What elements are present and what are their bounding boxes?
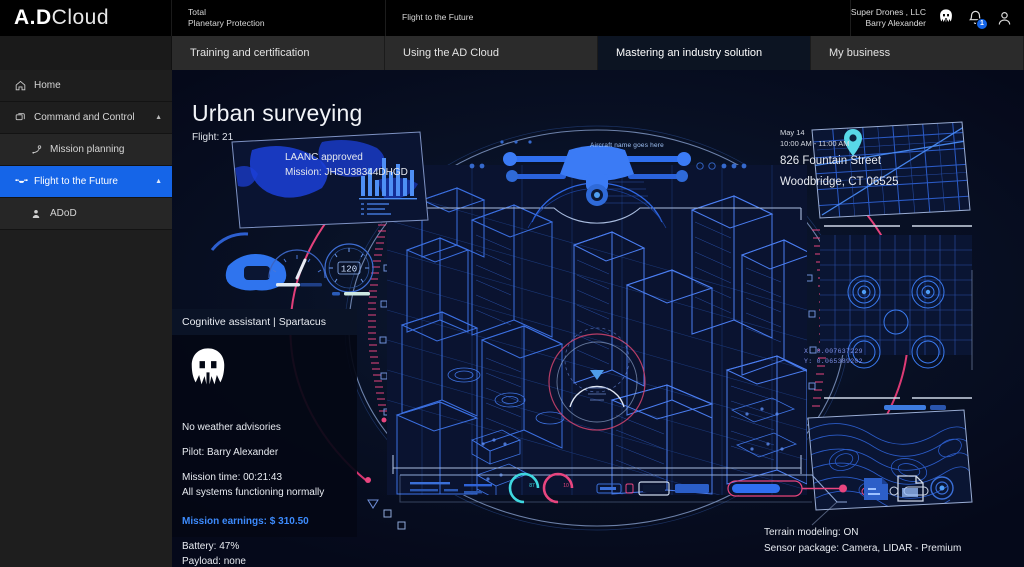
account-company: Super Drones , LLC [850,6,926,17]
sidebar-item-home[interactable]: Home [0,70,172,102]
sidebar-item-label: Command and Control [34,112,135,123]
sidebar-item-label: Home [34,80,61,91]
drone-icon [14,176,34,188]
tab-mastering-an-industry-solution[interactable]: Mastering an industry solution [598,36,811,70]
aircraft-name-label: Aircraft name goes here [590,142,664,149]
sensor-package-status: Sensor package: Camera, LIDAR - Premium [764,543,962,554]
user-avatar-icon[interactable] [995,9,1014,28]
hud-corner-markers [383,509,406,530]
header-segment-total: Total Planetary Protection [172,0,386,36]
laanc-mission-block: LAANC approved Mission: JHSU38344DHGD [285,151,408,180]
laanc-status: LAANC approved [285,152,363,163]
header-account-area: Super Drones , LLC Barry Alexander 1 [851,0,1024,36]
coordinate-x: X: 0.007637229 [804,348,863,355]
coordinate-y: Y: 0.065389202 [804,358,863,366]
page-title: Urban surveying [192,100,363,126]
sidebar: Home Command and Control ▲ Mission plann… [0,70,172,567]
tab-training-and-certification[interactable]: Training and certification [172,36,385,70]
header-segment-flight-line1: Flight to the Future [402,12,474,23]
svg-text:87: 87 [529,483,535,489]
sidebar-item-command-and-control[interactable]: Command and Control ▲ [0,102,172,134]
account-text: Super Drones , LLC Barry Alexander [851,7,926,30]
spartan-helmet-icon[interactable] [936,8,956,28]
mission-title-block: Urban surveying Flight: 21 [192,100,362,143]
terrain-modeling-status: Terrain modeling: ON [764,527,859,538]
left-gauge-cluster: 120 [210,232,374,296]
mission-earnings: Mission earnings: $ 310.50 [182,516,309,527]
hud-triangle-markers [367,499,379,509]
mission-settings-block: Terrain modeling: ON Sensor package: Cam… [764,525,961,557]
sidebar-chevron-up-icon[interactable]: ▲ [155,178,162,185]
header-segment-total-line1: Total [188,6,206,17]
battery-level: Battery: 47% [182,541,240,552]
hud-tick-ladder-left [368,217,387,423]
sidebar-item-label: Mission planning [50,144,125,155]
weather-advisory: No weather advisories [182,422,281,433]
tab-bar: Training and certification Using the AD … [0,36,1024,70]
mission-time: Mission time: 00:21:43 [182,472,283,483]
header-segment-total-line2: Planetary Protection [188,18,265,28]
speed-dial: 120 [324,243,374,296]
tab-my-business[interactable]: My business [811,36,1024,70]
header-segment-flight: Flight to the Future [386,0,851,36]
home-icon [14,79,34,92]
mission-date: May 14 [780,128,805,137]
cognitive-assistant-header: Cognitive assistant | Spartacus [172,309,357,335]
spartan-helmet-icon [182,345,347,410]
systems-status: All systems functioning normally [182,487,325,498]
layers-icon [14,111,34,124]
hud-main-panel: 120 87 10 Urban surveying Flight: 21 LAA… [172,70,1024,567]
pilot-name: Pilot: Barry Alexander [182,447,279,458]
svg-text:10: 10 [563,483,569,489]
mission-address-line2: Woodbridge, CT 06525 [780,175,899,188]
mission-time-window: 10:00 AM - 11:00 AM [780,138,850,148]
body: Home Command and Control ▲ Mission plann… [0,70,1024,567]
cognitive-assistant-body: No weather advisories Pilot: Barry Alexa… [172,335,357,567]
svg-text:120: 120 [341,265,357,275]
mission-id: Mission: JHSU38344DHGD [285,166,408,178]
notification-badge: 1 [976,17,988,30]
brand-logo-bold: A.D [14,6,52,29]
payload-status: Payload: none [182,556,246,567]
flight-number: Flight: 21 [192,132,234,143]
tab-bar-spacer [0,36,172,70]
sidebar-item-label: ADoD [50,208,77,219]
app-root: A.DCloud Total Planetary Protection Flig… [0,0,1024,567]
top-bar: A.DCloud Total Planetary Protection Flig… [0,0,1024,36]
brand-logo-light: Cloud [51,6,110,29]
notification-bell-icon[interactable]: 1 [966,9,988,30]
sidebar-chevron-up-icon[interactable]: ▲ [155,114,162,121]
brand-logo[interactable]: A.DCloud [0,0,172,36]
route-icon [30,143,50,156]
terrain-contour-panel [807,409,973,511]
sidebar-item-mission-planning[interactable]: Mission planning [0,134,172,166]
tab-using-the-ad-cloud[interactable]: Using the AD Cloud [385,36,598,70]
mission-address-line1: 826 Fountain Street [780,155,882,167]
sidebar-item-adod[interactable]: ADoD [0,198,172,230]
sidebar-item-flight-to-the-future[interactable]: Flight to the Future ▲ [0,166,172,198]
mission-schedule-block: May 14 10:00 AM - 11:00 AM 826 Fountain … [780,128,899,190]
cognitive-assistant-panel: Cognitive assistant | Spartacus No weath… [172,309,357,567]
coordinate-readout: X: 0.007637229 Y: 0.065389202 [804,347,863,367]
person-icon [30,208,50,220]
sidebar-item-label: Flight to the Future [34,176,118,187]
account-user: Barry Alexander [865,18,926,28]
